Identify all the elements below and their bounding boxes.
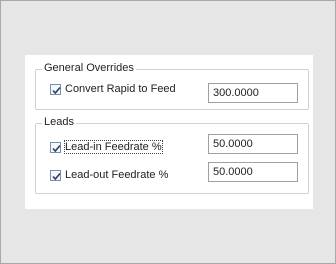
check-icon — [52, 144, 61, 152]
lead-out-label: Lead-out Feedrate % — [65, 169, 169, 181]
check-icon — [52, 86, 61, 94]
leads-group: Leads Lead-in Feedrate % Lead-out Feedra… — [35, 116, 309, 194]
dialog-frame: General Overrides Convert Rapid to Feed … — [0, 0, 336, 264]
leads-legend: Leads — [42, 116, 76, 128]
settings-panel: General Overrides Convert Rapid to Feed … — [25, 55, 313, 209]
lead-out-feedrate-input[interactable] — [208, 162, 298, 182]
lead-out-row[interactable]: Lead-out Feedrate % — [50, 166, 168, 184]
check-icon — [52, 172, 61, 180]
convert-rapid-row[interactable]: Convert Rapid to Feed — [50, 80, 176, 98]
lead-in-row[interactable]: Lead-in Feedrate % — [50, 138, 163, 156]
lead-in-label: Lead-in Feedrate % — [64, 140, 163, 154]
general-overrides-group: General Overrides Convert Rapid to Feed — [35, 62, 309, 110]
lead-in-checkbox[interactable] — [50, 141, 61, 153]
convert-rapid-checkbox[interactable] — [50, 83, 61, 95]
lead-in-feedrate-input[interactable] — [208, 134, 298, 154]
convert-rapid-feed-input[interactable] — [208, 83, 298, 103]
lead-out-checkbox[interactable] — [50, 169, 61, 181]
general-overrides-legend: General Overrides — [42, 62, 136, 74]
convert-rapid-label: Convert Rapid to Feed — [65, 83, 176, 95]
